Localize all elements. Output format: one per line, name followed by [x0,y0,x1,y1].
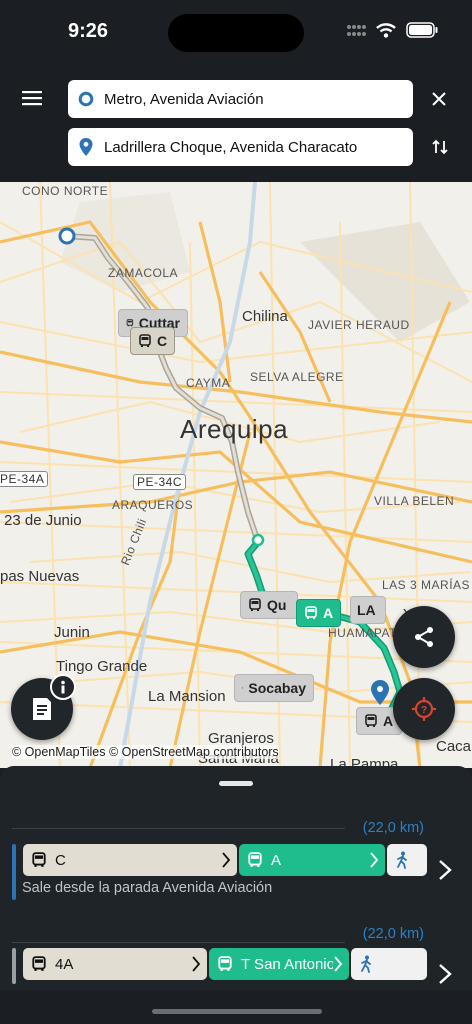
locate-button[interactable]: ? [393,678,455,740]
map-stop-c[interactable]: C [130,327,176,355]
route-1-selected-indicator [12,844,16,900]
swap-icon[interactable] [430,137,450,157]
map-stop-socabaya-label: Socabay [248,680,306,696]
map-label-zamacola: ZAMACOLA [108,266,179,280]
map-label-caca: Caca [436,738,472,755]
map-label-las-3-marias: LAS 3 MARÍAS [382,578,471,592]
share-icon [415,627,433,647]
map-label-pe34c: PE-34C [133,474,187,490]
map-label-chilina: Chilina [242,308,288,325]
info-icon [61,680,65,694]
route-2-distance: (22,0 km) [362,926,424,942]
origin-value: Metro, Avenida Aviación [104,90,264,108]
chevron-right-icon [192,956,201,972]
route-1-segment-walk[interactable] [387,844,427,876]
home-indicator[interactable] [152,1009,322,1014]
locate-target-icon: ? [412,697,436,721]
route-2-segment-1-label: 4A [55,955,74,973]
route-1-segment-bus-c[interactable]: C [23,844,237,876]
map-label-villa-belen: VILLA BELEN [374,494,455,508]
route-divider [12,828,345,829]
map-view[interactable]: CONO NORTE ZAMACOLA Chilina JAVIER HERAU… [0,182,472,768]
map-stop-la[interactable]: LA [350,596,386,624]
map-stop-socabaya[interactable]: Socabay [234,674,314,702]
map-stop-qu[interactable]: Qu [240,591,298,619]
home-indicator-area [0,990,472,1024]
route-2-segment-walk[interactable] [351,948,427,980]
route-1-distance: (22,0 km) [362,820,424,836]
destination-value: Ladrillera Choque, Avenida Characato [104,138,358,156]
bus-icon [248,852,262,867]
chevron-right-icon [370,852,379,868]
map-label-araqueros: ARAQUEROS [112,498,194,512]
bus-icon [242,687,244,689]
map-label-la-mansion: La Mansion [148,688,226,705]
bus-icon [218,956,232,971]
bus-icon [365,714,377,727]
bus-icon [32,956,46,971]
route-search-header: Metro, Avenida Aviación Ladrillera Choqu… [0,66,472,182]
share-button[interactable] [393,606,455,668]
map-stop-a-bottom-label: A [383,713,394,729]
document-icon [33,698,51,720]
origin-input[interactable]: Metro, Avenida Aviación [68,80,413,118]
status-time: 9:26 [68,20,109,42]
map-label-cono-norte: CONO NORTE [22,184,109,198]
bus-icon [139,334,151,347]
info-badge[interactable] [50,674,76,700]
route-1-description: Sale desde la parada Avenida Aviación [22,880,273,896]
map-label-javier-heraud: JAVIER HERAUD [308,318,410,332]
map-stop-qu-label: Qu [267,597,287,613]
wifi-icon [376,22,396,38]
chevron-right-icon [333,955,343,973]
route-1-segment-2-label: A [271,851,282,869]
svg-text:?: ? [421,705,427,716]
route-2-segment-bus-4a[interactable]: 4A [23,948,207,980]
map-pin-icon [79,138,93,156]
route-2-open-icon[interactable] [436,962,454,986]
map-label-selva-alegre: SELVA ALEGRE [250,370,344,384]
map-label-arequipa: Arequipa [180,414,289,444]
map-label-junin: Junin [54,624,90,641]
map-label-pe34a: PE-34A [0,471,49,487]
origin-circle-icon [78,91,94,107]
sheet-drag-handle[interactable] [219,781,253,786]
status-icons [346,22,438,38]
bus-icon [32,852,46,867]
close-icon[interactable] [430,90,448,108]
map-stop-la-label: LA [357,602,376,618]
map-stop-a-label: A [323,605,334,621]
status-bar: 9:26 [0,0,472,66]
route-1-open-icon[interactable] [436,858,454,882]
routes-sheet: (22,0 km) C A Sale desde la parada Aveni… [0,766,472,990]
route-divider [12,942,345,943]
route-2-segment-2-label: T San Antonio [241,955,335,973]
route-2-indicator [12,948,16,984]
walk-icon [361,955,371,973]
dynamic-island [168,14,304,52]
bus-icon [249,598,261,611]
map-stop-c-label: C [157,333,168,349]
menu-icon[interactable] [20,88,44,108]
map-label-cayma: CAYMA [186,376,231,390]
signal-icon [347,25,366,36]
destination-input[interactable]: Ladrillera Choque, Avenida Characato [68,128,413,166]
route-1-segment-1-label: C [55,851,66,869]
route-1-segment-bus-a[interactable]: A [239,844,385,876]
map-label-tingo-grande: Tingo Grande [56,658,148,675]
bus-icon [305,606,317,619]
walk-icon [397,851,407,869]
battery-icon [406,22,438,38]
map-label-pas-nuevas: pas Nuevas [0,568,80,585]
chevron-right-icon [222,852,231,868]
map-label-23-de-junio: 23 de Junio [4,512,82,529]
map-attribution[interactable]: © OpenMapTiles © OpenStreetMap contribut… [12,745,279,759]
route-2-segment-bus-t[interactable]: T San Antonio [209,948,349,980]
map-stop-a[interactable]: A [296,599,342,627]
